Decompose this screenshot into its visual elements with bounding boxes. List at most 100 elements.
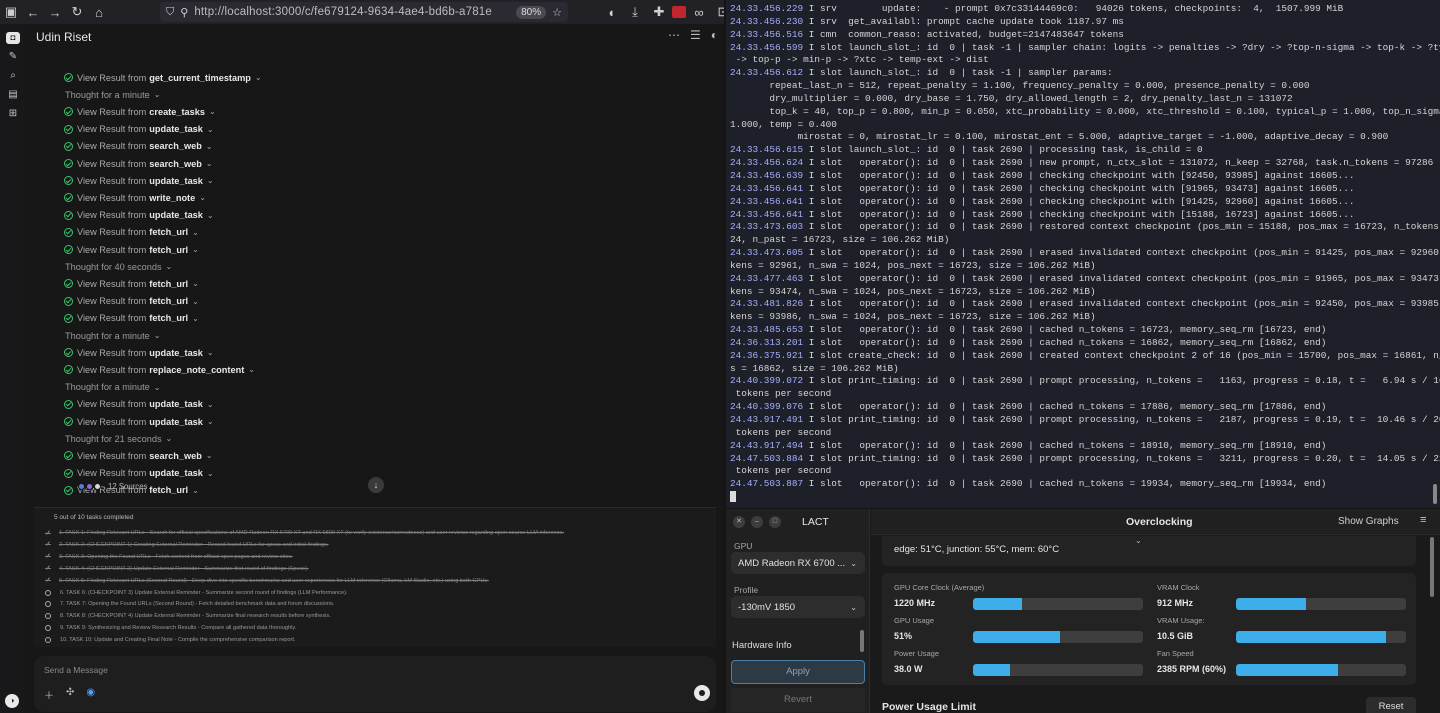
stat-level-fill [973, 598, 1023, 610]
task-item: ✓ 3. TASK 3: Opening the Found URLs - Fet… [44, 552, 293, 562]
scroll-down-button[interactable]: ↓ [368, 477, 384, 493]
tool-result-row[interactable]: View Result from update_task ⌄ [64, 344, 214, 361]
tool-result-row[interactable]: View Result from search_web ⌄ [64, 155, 213, 172]
thought-row[interactable]: Thought for 21 seconds ⌄ [65, 430, 172, 447]
show-graphs-button[interactable]: Show Graphs [1338, 516, 1399, 527]
tool-result-row[interactable]: View Result from fetch_url ⌄ [64, 224, 199, 241]
site-info-icon[interactable]: ⚲ [180, 6, 188, 19]
profile-select[interactable]: -130mV 1850 ⌄ [731, 596, 865, 618]
task-text: 8. TASK 8: (CHECKPOINT 4) Update Externa… [60, 613, 331, 620]
sidebar-toggle-icon[interactable]: ▣ [0, 1, 22, 23]
pocket-icon[interactable]: ◖ [600, 1, 622, 23]
zoom-badge[interactable]: 80% [516, 5, 547, 19]
search-icon[interactable]: ⌕ [6, 70, 20, 82]
terminal-line: 24.40.399.076 I slot operator(): id 0 | … [730, 401, 1432, 414]
task-item: ✓ 5. TASK 5: Finding Relevant URLs (Secon… [44, 576, 489, 586]
controls-icon[interactable]: ☰ [690, 28, 701, 42]
revert-button[interactable]: Revert [731, 688, 865, 712]
downloads-icon[interactable]: ⤓ [624, 1, 646, 23]
close-window-icon[interactable]: ✕ [733, 516, 745, 528]
thought-row[interactable]: Thought for 40 seconds ⌄ [65, 258, 172, 275]
mask-icon[interactable]: ∞ [688, 1, 710, 23]
workspace-icon[interactable]: ⊞ [6, 108, 20, 120]
tool-result-row[interactable]: View Result from get_current_timestamp ⌄ [64, 69, 262, 86]
chevron-down-icon: ⌄ [192, 227, 199, 237]
tool-result-row[interactable]: View Result from update_task ⌄ [64, 413, 214, 430]
message-input[interactable] [44, 665, 644, 675]
sources-row[interactable]: 12 Sources [78, 482, 147, 491]
back-icon[interactable]: ← [22, 1, 44, 23]
log-message: tokens per second [730, 388, 832, 400]
sidebar-scrollbar[interactable] [860, 630, 864, 652]
task-item: 6. TASK 6: (CHECKPOINT 3) Update Externa… [44, 588, 348, 598]
pending-circle-icon [45, 637, 51, 644]
tool-result-row[interactable]: View Result from update_task ⌄ [64, 172, 214, 189]
user-avatar-icon[interactable]: ◐ [711, 28, 718, 42]
voice-mode-button[interactable] [694, 685, 710, 701]
maximize-window-icon[interactable]: □ [769, 516, 781, 528]
tool-result-row[interactable]: View Result from replace_note_content ⌄ [64, 361, 255, 378]
thought-row[interactable]: Thought for a minute ⌄ [65, 327, 160, 344]
tool-toggle-icon[interactable]: ◉ [86, 687, 95, 702]
sources-label[interactable]: 12 Sources [108, 482, 147, 491]
tool-result-row[interactable]: View Result from write_note ⌄ [64, 189, 206, 206]
reset-button[interactable]: Reset [1366, 697, 1416, 713]
tool-result-row[interactable]: View Result from fetch_url ⌄ [64, 275, 199, 292]
url-bar[interactable]: ⛉ ⚲ http://localhost:3000/c/fe679124-963… [160, 2, 568, 22]
terminal-window[interactable]: 24.33.456.229 I srv update: - prompt 0x7… [726, 0, 1440, 508]
thought-row[interactable]: Thought for a minute ⌄ [65, 86, 160, 103]
tool-result-row[interactable]: View Result from create_tasks ⌄ [64, 103, 216, 120]
terminal-cursor [730, 491, 736, 503]
log-message: dry_multiplier = 0.000, dry_base = 1.750… [730, 92, 1293, 104]
chevron-down-icon[interactable]: ⌄ [1135, 536, 1142, 545]
integrations-icon[interactable]: ✣ [66, 687, 74, 702]
reload-icon[interactable]: ↻ [66, 1, 88, 23]
forward-icon[interactable]: → [44, 1, 66, 23]
tool-result-row[interactable]: View Result from update_task ⌄ [64, 207, 214, 224]
lact-scrollbar[interactable] [1430, 537, 1434, 597]
log-timestamp: 24.47.503.887 [730, 478, 804, 490]
log-message: I slot operator(): id 0 | task 2690 | ca… [803, 478, 1327, 490]
terminal-scrollbar[interactable] [1433, 484, 1437, 504]
thought-row[interactable]: Thought for a minute ⌄ [65, 379, 160, 396]
account-avatar[interactable]: ◑ [5, 694, 19, 708]
task-text: 2. TASK 2: (CHECKPOINT 1) Creating Exter… [59, 541, 329, 548]
notes-icon[interactable]: ▤ [6, 89, 20, 101]
home-icon[interactable]: ⌂ [88, 1, 110, 23]
chat-title[interactable]: Udin Riset [36, 30, 91, 44]
stat-label: GPU Usage [894, 616, 935, 625]
screenshot-icon[interactable]: ⊡ [712, 1, 724, 23]
gpu-select[interactable]: AMD Radeon RX 6700 ... ⌄ [731, 552, 865, 574]
menu-icon[interactable]: ≡ [1420, 514, 1426, 526]
tool-result-row[interactable]: View Result from update_task ⌄ [64, 465, 214, 482]
new-chat-icon[interactable]: ✎ [6, 51, 20, 63]
terminal-line: 24.33.477.463 I slot operator(): id 0 | … [730, 273, 1440, 286]
task-item: ✓ 2. TASK 2: (CHECKPOINT 1) Creating Exte… [44, 540, 329, 550]
chevron-down-icon: ⌄ [165, 434, 173, 444]
lact-sidebar: ✕ – □ LACT GPU AMD Radeon RX 6700 ... ⌄ … [726, 509, 870, 713]
tool-result-row[interactable]: View Result from fetch_url ⌄ [64, 310, 199, 327]
minimize-window-icon[interactable]: – [751, 516, 763, 528]
stat-level-fill [973, 664, 1011, 676]
bookmark-star-icon[interactable]: ☆ [552, 6, 562, 19]
tool-result-row[interactable]: View Result from update_task ⌄ [64, 396, 214, 413]
add-attachment-icon[interactable]: ＋ [44, 687, 54, 702]
extensions-icon[interactable]: ✚ [648, 1, 670, 23]
tool-name: fetch_url [149, 485, 189, 496]
shield-icon[interactable]: ⛉ [166, 6, 174, 19]
tool-result-row[interactable]: View Result from fetch_url ⌄ [64, 241, 199, 258]
extension-red-icon[interactable] [672, 6, 686, 18]
url-text[interactable]: http://localhost:3000/c/fe679124-9634-4a… [194, 6, 510, 18]
check-circle-icon [64, 73, 73, 82]
app-logo-icon[interactable]: ◘ [6, 32, 20, 44]
log-timestamp: 24.33.456.516 [730, 28, 804, 40]
apply-button[interactable]: Apply [731, 660, 865, 684]
chevron-down-icon: ⌄ [192, 313, 199, 323]
nav-hardware-info[interactable]: Hardware Info [732, 640, 792, 651]
more-icon[interactable]: ⋯ [668, 28, 680, 42]
stat-value: 1220 MHz [894, 598, 936, 608]
tool-result-row[interactable]: View Result from update_task ⌄ [64, 121, 214, 138]
tool-result-row[interactable]: View Result from search_web ⌄ [64, 138, 213, 155]
tool-result-row[interactable]: View Result from fetch_url ⌄ [64, 293, 199, 310]
tool-result-row[interactable]: View Result from search_web ⌄ [64, 447, 213, 464]
